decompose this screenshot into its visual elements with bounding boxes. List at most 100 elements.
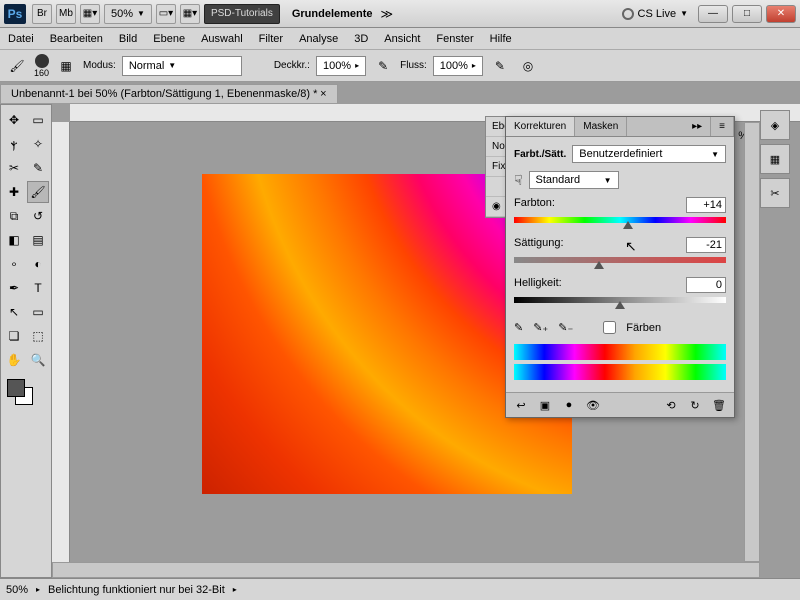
clip-icon[interactable]: ● bbox=[560, 397, 578, 413]
close-button[interactable]: ✕ bbox=[766, 5, 796, 23]
path-tool[interactable]: ↖ bbox=[3, 301, 25, 323]
brush-panel-toggle[interactable]: ▦ bbox=[55, 55, 77, 77]
menu-3d[interactable]: 3D bbox=[354, 33, 368, 45]
color-swatches[interactable] bbox=[3, 379, 49, 409]
maximize-button[interactable]: □ bbox=[732, 5, 762, 23]
minibridge-button[interactable]: Mb bbox=[56, 4, 76, 24]
move-tool[interactable]: ✥ bbox=[3, 109, 25, 131]
ruler-vertical[interactable] bbox=[52, 122, 70, 578]
colorize-checkbox[interactable] bbox=[603, 321, 616, 334]
dodge-tool[interactable]: ◐ bbox=[27, 253, 49, 275]
menu-ansicht[interactable]: Ansicht bbox=[384, 33, 420, 45]
opacity-pressure-icon[interactable]: ✎ bbox=[372, 55, 394, 77]
screenmode-button[interactable]: ▦▾ bbox=[80, 4, 100, 24]
marquee-tool[interactable]: ▭ bbox=[27, 109, 49, 131]
shape-tool[interactable]: ▭ bbox=[27, 301, 49, 323]
type-tool[interactable]: T bbox=[27, 277, 49, 299]
eyedropper-minus-icon[interactable]: ✎₋ bbox=[558, 321, 573, 334]
panel-footer: ↩ ▣ ● 👁 ⟲ ↻ 🗑 bbox=[506, 392, 734, 417]
titlebar: Ps Br Mb ▦▾ 50%▼ ▭▾ ▦▾ PSD-Tutorials Gru… bbox=[0, 0, 800, 28]
opacity-field[interactable]: 100%▸ bbox=[316, 56, 366, 76]
menu-filter[interactable]: Filter bbox=[259, 33, 283, 45]
extras-button[interactable]: ▦▾ bbox=[180, 4, 200, 24]
eyedropper-plus-icon[interactable]: ✎₊ bbox=[533, 321, 548, 334]
scrollbar-horizontal[interactable] bbox=[52, 562, 760, 578]
color-strip-bottom bbox=[514, 364, 726, 380]
lig-slider[interactable] bbox=[514, 297, 726, 307]
layers-icon[interactable]: ◈ bbox=[760, 110, 790, 140]
hue-slider[interactable] bbox=[514, 217, 726, 227]
airbrush-icon[interactable]: ✎ bbox=[489, 55, 511, 77]
menu-ebene[interactable]: Ebene bbox=[153, 33, 185, 45]
options-bar: 🖌 160 ▦ Modus: Normal▼ Deckkr.: 100%▸ ✎ … bbox=[0, 50, 800, 82]
app-logo[interactable]: Ps bbox=[4, 4, 26, 24]
tablet-pressure-icon[interactable]: ◎ bbox=[517, 55, 539, 77]
brush-preset[interactable]: 160 bbox=[34, 54, 49, 78]
gradient-tool[interactable]: ▤ bbox=[27, 229, 49, 251]
menu-auswahl[interactable]: Auswahl bbox=[201, 33, 243, 45]
zoom-tool[interactable]: 🔍 bbox=[27, 349, 49, 371]
document-tab[interactable]: Unbenannt-1 bei 50% (Farbton/Sättigung 1… bbox=[0, 84, 338, 103]
stamp-tool[interactable]: ⧉ bbox=[3, 205, 25, 227]
menubar: Datei Bearbeiten Bild Ebene Auswahl Filt… bbox=[0, 28, 800, 50]
swatches-icon[interactable]: ▦ bbox=[760, 144, 790, 174]
minimize-button[interactable]: ― bbox=[698, 5, 728, 23]
status-zoom[interactable]: 50% bbox=[6, 584, 28, 596]
panel-collapse-icon[interactable]: ▸▸ bbox=[684, 117, 711, 136]
cslive-button[interactable]: CS Live▼ bbox=[622, 8, 688, 20]
hand-icon[interactable]: ☟ bbox=[514, 172, 523, 189]
hue-value[interactable]: +14 bbox=[686, 197, 726, 213]
tab-korrekturen[interactable]: Korrekturen bbox=[506, 117, 575, 136]
crop-tool[interactable]: ✂ bbox=[3, 157, 25, 179]
eraser-tool[interactable]: ◧ bbox=[3, 229, 25, 251]
preset-select[interactable]: Benutzerdefiniert▼ bbox=[572, 145, 726, 163]
eyedropper-icon[interactable]: ✎ bbox=[514, 321, 523, 334]
scrollbar-vertical[interactable] bbox=[744, 122, 760, 562]
mode-select[interactable]: Normal▼ bbox=[122, 56, 242, 76]
lig-value[interactable]: 0 bbox=[686, 277, 726, 293]
foreground-swatch[interactable] bbox=[7, 379, 25, 397]
reset-icon[interactable]: ↻ bbox=[686, 397, 704, 413]
range-select[interactable]: Standard▼ bbox=[529, 171, 619, 189]
eyedropper-tool[interactable]: ✎ bbox=[27, 157, 49, 179]
lasso-tool[interactable]: ⲯ bbox=[3, 133, 25, 155]
zoom-dropdown[interactable]: 50%▼ bbox=[104, 4, 152, 24]
sat-slider[interactable] bbox=[514, 257, 726, 267]
menu-fenster[interactable]: Fenster bbox=[436, 33, 473, 45]
color-strip-top bbox=[514, 344, 726, 360]
colorize-label: Färben bbox=[626, 322, 661, 334]
prev-icon[interactable]: ⟲ bbox=[662, 397, 680, 413]
menu-hilfe[interactable]: Hilfe bbox=[490, 33, 512, 45]
return-icon[interactable]: ↩ bbox=[512, 397, 530, 413]
hand-tool[interactable]: ✋ bbox=[3, 349, 25, 371]
history-brush-tool[interactable]: ↺ bbox=[27, 205, 49, 227]
menu-datei[interactable]: Datei bbox=[8, 33, 34, 45]
tab-masken[interactable]: Masken bbox=[575, 117, 627, 136]
blur-tool[interactable]: ∘ bbox=[3, 253, 25, 275]
visibility-icon[interactable]: 👁 bbox=[584, 397, 602, 413]
crop-panel-icon[interactable]: ✂ bbox=[760, 178, 790, 208]
bridge-button[interactable]: Br bbox=[32, 4, 52, 24]
current-tool-icon[interactable]: 🖌 bbox=[6, 55, 28, 77]
cslive-icon bbox=[622, 8, 634, 20]
menu-bearbeiten[interactable]: Bearbeiten bbox=[50, 33, 103, 45]
chevron-right-icon[interactable]: ≫ bbox=[381, 7, 394, 21]
heal-tool[interactable]: ✚ bbox=[3, 181, 25, 203]
arrange-button[interactable]: ▭▾ bbox=[156, 4, 176, 24]
flow-field[interactable]: 100%▸ bbox=[433, 56, 483, 76]
workspace-selector[interactable]: PSD-Tutorials bbox=[204, 4, 280, 24]
brush-tool[interactable]: 🖌 bbox=[27, 181, 49, 203]
panel-menu-icon[interactable]: ≡ bbox=[711, 117, 734, 136]
menu-bild[interactable]: Bild bbox=[119, 33, 137, 45]
adjustment-title: Farbt./Sätt. bbox=[514, 149, 566, 160]
3d-tool[interactable]: ❏ bbox=[3, 325, 25, 347]
menu-analyse[interactable]: Analyse bbox=[299, 33, 338, 45]
wand-tool[interactable]: ✧ bbox=[27, 133, 49, 155]
pen-tool[interactable]: ✒ bbox=[3, 277, 25, 299]
trash-icon[interactable]: 🗑 bbox=[710, 397, 728, 413]
expand-icon[interactable]: ▣ bbox=[536, 397, 554, 413]
3d-camera-tool[interactable]: ⬚ bbox=[27, 325, 49, 347]
sat-value[interactable]: -21 bbox=[686, 237, 726, 253]
tab-close-icon[interactable]: × bbox=[320, 88, 326, 100]
workspace-name: Grundelemente bbox=[292, 8, 373, 20]
